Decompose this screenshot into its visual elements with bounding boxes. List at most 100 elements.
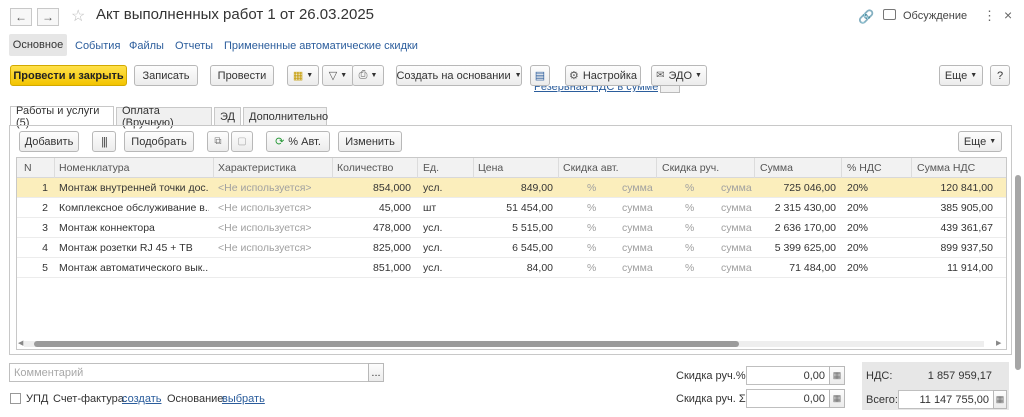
clipped-vat-link[interactable]: Резервная НДС в сумме [534,86,658,92]
table-row[interactable]: 1 Монтаж внутренней точки дос... <Не исп… [17,178,1006,198]
change-button[interactable]: Изменить [338,131,402,152]
row-auto-discount-sum[interactable]: сумма [622,242,653,254]
star-icon[interactable]: ☆ [71,6,85,26]
row-unit[interactable]: усл. [423,222,468,234]
row-item[interactable]: Монтаж автоматического вык... [59,262,209,274]
row-vat-sum[interactable]: 899 937,50 [917,242,993,254]
row-manual-discount-sum[interactable]: сумма [721,202,752,214]
table-more-button[interactable]: Еще ▼ [958,131,1002,152]
copy-button[interactable]: ⧉ [207,131,229,152]
row-price[interactable]: 849,00 [478,182,553,194]
row-price[interactable]: 51 454,00 [478,202,553,214]
row-vat-sum[interactable]: 385 905,00 [917,202,993,214]
row-manual-discount-percent[interactable]: % [685,242,694,254]
row-sum[interactable]: 2 636 170,00 [760,222,836,234]
column-auto-discount[interactable]: Скидка авт. [563,162,619,174]
column-vat-rate[interactable]: % НДС [847,162,882,174]
tab-additional[interactable]: Дополнительно [243,107,328,125]
grand-total-field[interactable]: 11 147 755,00 [898,390,994,409]
clipped-button[interactable] [660,86,680,93]
row-auto-discount-percent[interactable]: % [587,242,596,254]
row-characteristic[interactable]: <Не используется> [218,242,330,254]
row-price[interactable]: 6 545,00 [478,242,553,254]
row-characteristic[interactable]: <Не используется> [218,202,330,214]
column-item[interactable]: Номенклатура [59,162,129,174]
scroll-left-icon[interactable]: ◀ [18,339,23,347]
column-n[interactable]: N [24,162,32,174]
calculator-button[interactable]: ▦ [829,389,845,408]
filter-dropdown[interactable]: ▽ ▼ [322,65,354,86]
settings-button[interactable]: ⚙ Настройка [565,65,641,86]
section-reports[interactable]: Отчеты [175,40,213,52]
row-auto-discount-sum[interactable]: сумма [622,222,653,234]
edo-dropdown[interactable]: ✉ ЭДО ▼ [651,65,707,86]
table-horizontal-scrollbar[interactable] [24,341,984,347]
more-vertical-icon[interactable]: ⋮ [983,8,996,24]
row-vat-rate[interactable]: 20% [847,222,868,234]
column-manual-discount[interactable]: Скидка руч. [662,162,719,174]
column-sum[interactable]: Сумма [760,162,793,174]
select-items-button[interactable]: Подобрать [124,131,194,152]
row-vat-sum[interactable]: 11 914,00 [917,262,993,274]
auto-discount-button[interactable]: ⟳ % Авт. [266,131,330,152]
manual-discount-sum-field[interactable]: 0,00 [746,389,830,408]
row-item[interactable]: Комплексное обслуживание в... [59,202,209,214]
row-item[interactable]: Монтаж внутренней точки дос... [59,182,209,194]
row-auto-discount-percent[interactable]: % [587,222,596,234]
comment-field[interactable]: Комментарий [9,363,369,382]
table-row[interactable]: 3 Монтаж коннектора <Не используется> 47… [17,218,1006,238]
print-docs-dropdown[interactable]: ▦ ▼ [287,65,319,86]
items-table[interactable]: N Номенклатура Характеристика Количество… [16,157,1007,350]
row-vat-sum[interactable]: 439 361,67 [917,222,993,234]
row-unit[interactable]: усл. [423,262,468,274]
row-vat-rate[interactable]: 20% [847,262,868,274]
scrollbar-thumb[interactable] [34,341,739,347]
barcode-button[interactable]: ||| [92,131,116,152]
row-sum[interactable]: 5 399 625,00 [760,242,836,254]
row-quantity[interactable]: 825,000 [337,242,411,254]
create-based-on-button[interactable]: Создать на основании ▼ [396,65,522,86]
link-icon[interactable]: 🔗 [858,9,874,25]
row-sum[interactable]: 71 484,00 [760,262,836,274]
help-button[interactable]: ? [990,65,1010,86]
row-sum[interactable]: 725 046,00 [760,182,836,194]
section-events[interactable]: События [75,40,120,52]
column-quantity[interactable]: Количество [337,162,393,174]
calculator-button[interactable]: ▦ [829,366,845,385]
table-row[interactable]: 2 Комплексное обслуживание в... <Не испо… [17,198,1006,218]
row-manual-discount-sum[interactable]: сумма [721,182,752,194]
comment-expand-button[interactable]: ... [368,363,384,382]
row-manual-discount-percent[interactable]: % [685,182,694,194]
row-unit[interactable]: шт [423,202,468,214]
invoice-create-link[interactable]: создать [122,393,161,405]
basis-select-link[interactable]: выбрать [222,393,265,405]
manual-discount-percent-field[interactable]: 0,00 [746,366,830,385]
paste-button[interactable]: ▢ [231,131,253,152]
row-vat-rate[interactable]: 20% [847,242,868,254]
tab-works-services[interactable]: Работы и услуги (5) [10,105,114,129]
row-quantity[interactable]: 854,000 [337,182,411,194]
row-characteristic[interactable]: <Не используется> [218,182,330,194]
column-unit[interactable]: Ед. [423,162,439,174]
row-vat-rate[interactable]: 20% [847,182,868,194]
page-vertical-scrollbar[interactable] [1014,105,1022,395]
section-main[interactable]: Основное [9,34,67,56]
row-manual-discount-sum[interactable]: сумма [721,222,752,234]
row-manual-discount-percent[interactable]: % [685,222,694,234]
row-auto-discount-percent[interactable]: % [587,202,596,214]
row-auto-discount-sum[interactable]: сумма [622,202,653,214]
close-icon[interactable]: × [1004,7,1012,23]
scrollbar-thumb[interactable] [1015,175,1021,370]
row-auto-discount-percent[interactable]: % [587,182,596,194]
column-characteristic[interactable]: Характеристика [218,162,296,174]
discussion-link[interactable]: Обсуждение [903,10,967,22]
row-auto-discount-sum[interactable]: сумма [622,182,653,194]
row-characteristic[interactable]: <Не используется> [218,222,330,234]
row-sum[interactable]: 2 315 430,00 [760,202,836,214]
row-auto-discount-sum[interactable]: сумма [622,262,653,274]
upd-checkbox[interactable] [10,393,21,404]
table-row[interactable]: 5 Монтаж автоматического вык... 851,000 … [17,258,1006,278]
print-dropdown[interactable]: ⎙ ▼ [352,65,384,86]
calculator-button[interactable]: ▦ [993,390,1007,409]
section-auto-discounts[interactable]: Примененные автоматические скидки [224,40,418,52]
